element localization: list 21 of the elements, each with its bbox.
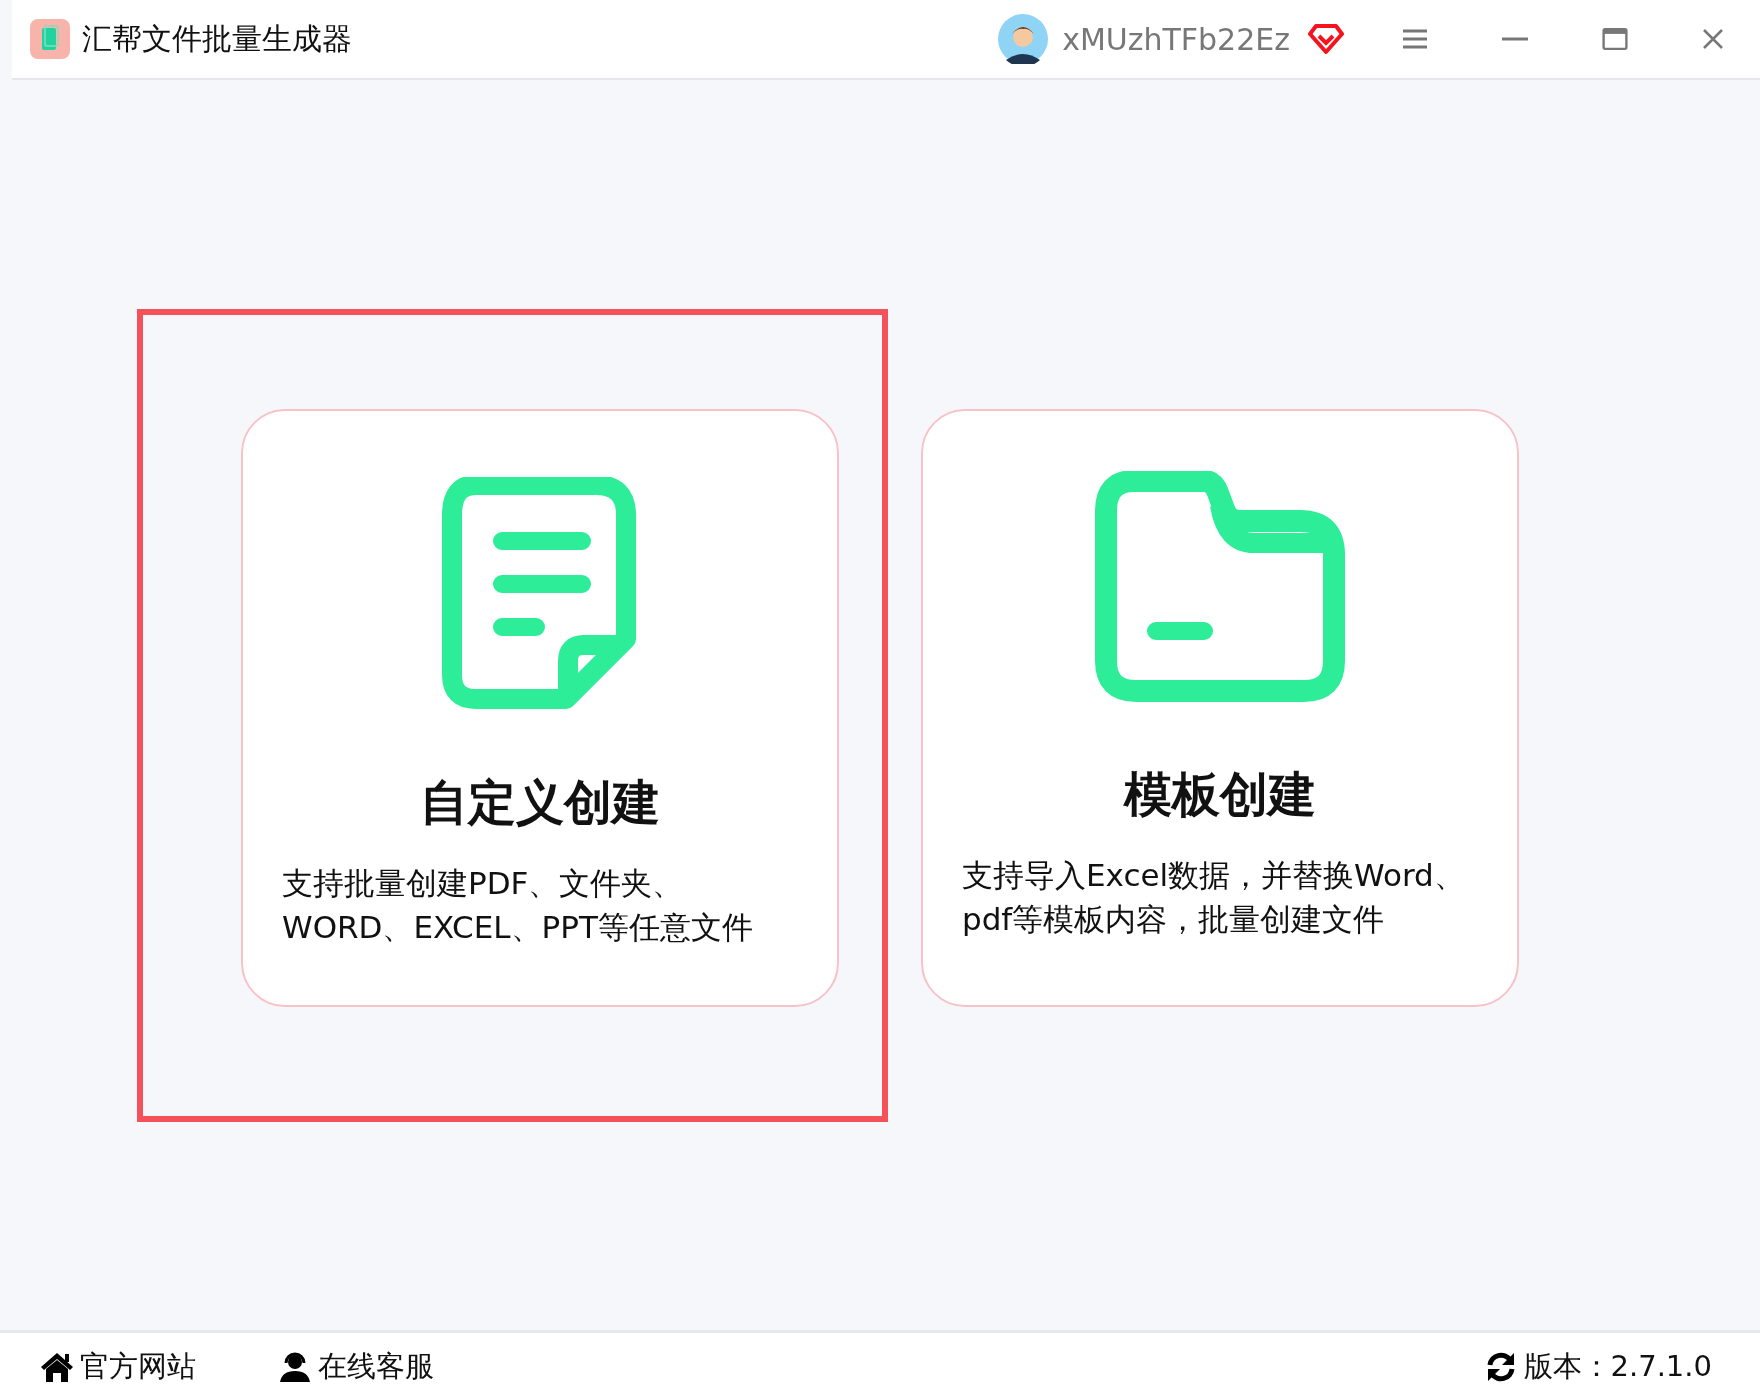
minimize-icon[interactable] <box>1502 37 1528 41</box>
option-card[interactable]: 自定义创建 支持批量创建PDF、文件夹、WORD、EXCEL、PPT等任意文件 <box>241 409 839 1007</box>
app-logo-icon <box>30 19 70 59</box>
card-description: 支持批量创建PDF、文件夹、WORD、EXCEL、PPT等任意文件 <box>282 864 754 947</box>
option-card[interactable]: 模板创建 支持导入Excel数据，并替换Word、pdf等模板内容，批量创建文件 <box>921 409 1519 1007</box>
avatar-icon[interactable] <box>998 14 1049 64</box>
version-label: 版本：2.7.1.0 <box>1523 1347 1712 1385</box>
window-title: 汇帮文件批量生成器 <box>82 19 352 58</box>
footer-link[interactable]: 官方网站 <box>40 1346 196 1387</box>
username: xMUzhTFb22Ez <box>1062 21 1290 57</box>
folder-icon <box>1094 471 1346 703</box>
footer-link[interactable]: 在线客服 <box>278 1346 434 1387</box>
maximize-icon[interactable] <box>1602 28 1628 50</box>
headset-person-icon <box>278 1350 312 1383</box>
close-icon[interactable] <box>1702 28 1724 50</box>
home-icon <box>40 1350 74 1383</box>
card-title: 自定义创建 <box>420 773 660 832</box>
menu-icon[interactable] <box>1402 28 1428 50</box>
card-description: 支持导入Excel数据，并替换Word、pdf等模板内容，批量创建文件 <box>962 856 1466 939</box>
diamond-icon[interactable] <box>1308 23 1344 55</box>
card-title: 模板创建 <box>1124 765 1316 824</box>
